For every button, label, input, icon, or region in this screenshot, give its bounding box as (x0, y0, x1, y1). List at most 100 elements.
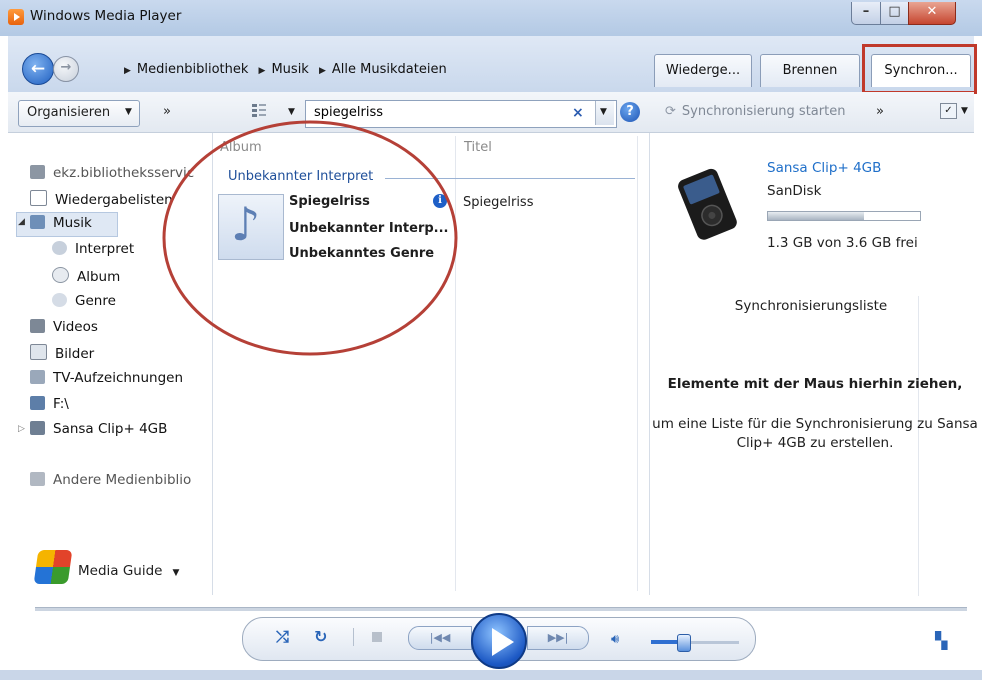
more-button[interactable]: » (876, 104, 884, 119)
organize-label: Organisieren (27, 105, 111, 120)
collapse-arrow-icon[interactable]: ▷ (18, 424, 25, 434)
help-icon[interactable]: ? (620, 102, 640, 122)
close-button[interactable]: ✕ (908, 2, 956, 25)
sidebar-item-pictures[interactable]: Bilder (30, 344, 94, 362)
tab-play[interactable]: Wiederge... (654, 54, 752, 87)
start-sync-button[interactable]: ⟳ Synchronisierung starten (665, 104, 845, 119)
sidebar-item-device[interactable]: Sansa Clip+ 4GB (30, 421, 167, 437)
minimize-button[interactable]: – (851, 2, 881, 25)
sidebar-item-label: Andere Medienbiblio (53, 472, 192, 488)
sync-options-icon[interactable]: ✓ (940, 103, 957, 119)
sidebar-item-label: Musik (53, 215, 92, 231)
play-icon (492, 628, 514, 656)
capacity-fill (768, 212, 864, 220)
volume-icon[interactable]: 🔊︎ (611, 632, 619, 647)
user-library-icon (30, 165, 45, 179)
close-icon: ✕ (926, 4, 938, 19)
chevron-down-icon: ▼ (172, 568, 180, 578)
sidebar-item-label: F:\ (53, 396, 69, 412)
playlist-icon (30, 190, 47, 206)
chevron-right-icon: ▶ (318, 66, 326, 76)
sidebar-item-music[interactable]: Musik (30, 215, 92, 231)
more-button[interactable]: » (163, 104, 171, 119)
genre-icon (52, 293, 67, 307)
breadcrumb-item[interactable]: Musik (271, 62, 308, 77)
device-icon (30, 421, 45, 435)
sidebar-item-label: Album (77, 269, 121, 285)
drag-instruction-title: Elemente mit der Maus hierhin ziehen, (667, 376, 963, 392)
volume-slider[interactable] (651, 640, 739, 644)
clear-search-icon[interactable]: × (572, 105, 584, 121)
previous-icon: |◀◀ (429, 631, 451, 644)
start-sync-label: Synchronisierung starten (681, 104, 846, 119)
chevron-right-icon: ▶ (124, 66, 131, 76)
chevron-down-icon: ▼ (600, 107, 607, 117)
sidebar-item-label: TV-Aufzeichnungen (53, 370, 184, 386)
column-divider (637, 136, 638, 591)
breadcrumb: ▶ Medienbibliothek ▶ Musik ▶ Alle Musikdate… (118, 62, 447, 77)
video-icon (30, 319, 45, 333)
sidebar-item-other-libraries[interactable]: Andere Medienbiblio (30, 472, 208, 488)
stop-button[interactable] (372, 632, 382, 642)
device-name-link[interactable]: Sansa Clip+ 4GB (767, 160, 881, 176)
track-title[interactable]: Spiegelriss (463, 195, 533, 210)
previous-button[interactable]: |◀◀ (408, 626, 472, 650)
expand-arrow-icon[interactable]: ◢ (18, 217, 25, 227)
seek-bar[interactable] (35, 607, 967, 611)
chevron-down-icon[interactable]: ▼ (288, 107, 295, 117)
other-libraries-icon (30, 472, 45, 486)
shuffle-icon[interactable]: ⤮ (276, 627, 289, 647)
breadcrumb-item[interactable]: Alle Musikdateien (332, 62, 447, 77)
media-guide-button[interactable]: Media Guide ▼ (78, 563, 179, 579)
maximize-icon: □ (888, 4, 901, 19)
view-options-icon[interactable] (252, 104, 266, 117)
sidebar-item-label: Sansa Clip+ 4GB (53, 421, 168, 437)
sidebar-item-videos[interactable]: Videos (30, 319, 98, 335)
sidebar-item-label: Videos (53, 319, 98, 335)
drive-icon (30, 396, 45, 410)
organize-button[interactable]: Organisieren ▼ (18, 100, 140, 127)
sync-list-title: Synchronisierungsliste (734, 298, 888, 314)
chevron-right-icon: ▶ (258, 66, 266, 76)
sidebar-item-tv[interactable]: TV-Aufzeichnungen (30, 370, 183, 386)
media-player-icon (8, 9, 24, 25)
sidebar-item-playlists[interactable]: Wiedergabelisten (30, 190, 173, 208)
sync-icon: ⟳ (665, 104, 676, 119)
forward-arrow-icon: → (60, 60, 72, 75)
highlight-box (862, 44, 977, 94)
search-dropdown-button[interactable]: ▼ (595, 101, 614, 125)
window-title: Windows Media Player (30, 8, 182, 24)
next-button[interactable]: ▶▶| (527, 626, 589, 650)
maximize-button[interactable]: □ (880, 2, 909, 25)
sidebar-item-artist[interactable]: Interpret (52, 241, 134, 257)
artist-icon (52, 241, 67, 255)
tab-burn[interactable]: Brennen (760, 54, 860, 87)
sidebar-item-label: Bilder (55, 346, 95, 362)
media-guide-label: Media Guide (78, 563, 163, 579)
windows-logo-icon (33, 550, 73, 584)
volume-knob[interactable] (677, 634, 691, 652)
tv-icon (30, 370, 45, 384)
sidebar-item-album[interactable]: Album (52, 267, 120, 285)
mp3-player-image (678, 168, 737, 240)
capacity-bar (767, 211, 921, 221)
device-brand: SanDisk (767, 183, 822, 199)
picture-icon (30, 344, 47, 360)
forward-button[interactable]: → (53, 56, 79, 82)
sidebar-item-genre[interactable]: Genre (52, 293, 116, 309)
repeat-icon[interactable]: ↻ (314, 627, 327, 646)
column-header-title[interactable]: Titel (464, 140, 492, 155)
breadcrumb-item[interactable]: Medienbibliothek (137, 62, 248, 77)
play-button[interactable] (471, 613, 527, 669)
switch-to-now-playing-icon[interactable]: ▚ (935, 631, 947, 650)
next-icon: ▶▶| (547, 631, 569, 644)
chevron-down-icon[interactable]: ▼ (961, 106, 968, 116)
sidebar-item-label: Wiedergabelisten (55, 192, 173, 208)
sidebar-item-label: Interpret (75, 241, 135, 257)
back-button[interactable]: ← (22, 53, 54, 85)
sidebar-item-drive[interactable]: F:\ (30, 396, 69, 412)
music-icon (30, 215, 45, 229)
sidebar-item-label: Genre (75, 293, 116, 309)
free-space-text: 1.3 GB von 3.6 GB frei (767, 235, 918, 251)
back-arrow-icon: ← (30, 59, 46, 79)
